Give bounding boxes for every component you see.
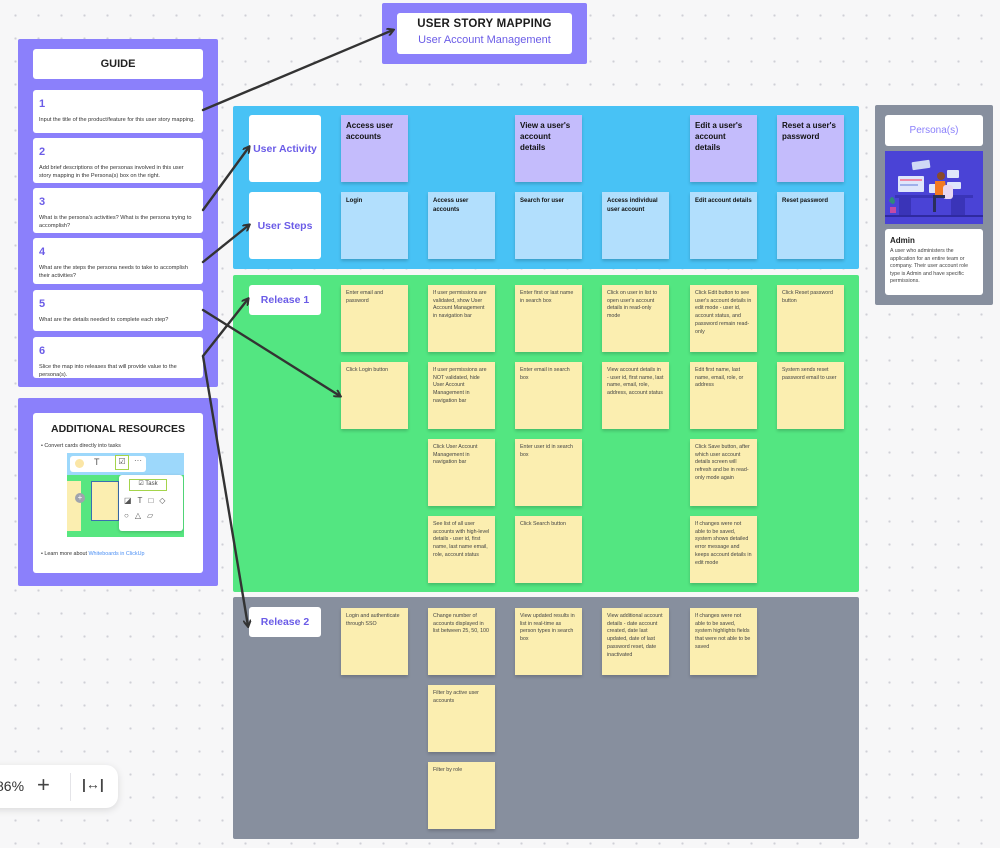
guide-step-text: Input the title of the product/feature f… xyxy=(39,117,195,123)
guide-step-number: 6 xyxy=(39,345,46,357)
detail-note[interactable]: Click Reset password button xyxy=(777,285,844,352)
row-label-release-1: Release 1 xyxy=(249,285,321,315)
persona-description: A user who administers the application f… xyxy=(890,248,969,285)
resources-bullet-text: Convert cards directly into tasks xyxy=(44,443,121,449)
guide-step-text: What is the persona's activities? What i… xyxy=(39,215,192,229)
detail-note[interactable]: If user permissions are NOT validated, h… xyxy=(428,362,495,429)
guide-step-text: What are the details needed to complete … xyxy=(39,317,169,323)
guide-step-text: Slice the map into releases that will pr… xyxy=(39,364,177,378)
persona-card-admin[interactable]: Admin A user who administers the applica… xyxy=(885,229,983,295)
resources-card[interactable]: ADDITIONAL RESOURCES • Convert cards dir… xyxy=(33,413,203,573)
guide-step-number: 2 xyxy=(39,146,46,158)
guide-step-number: 4 xyxy=(39,246,46,258)
detail-note[interactable]: See list of all user accounts with high-… xyxy=(428,516,495,583)
resources-bullet-learn: • Learn more about Whiteboards in ClickU… xyxy=(41,551,145,557)
shape-tools-icons: ◪T□◇ xyxy=(124,496,172,505)
whiteboards-link[interactable]: Whiteboards in ClickUp xyxy=(88,551,144,557)
activity-note[interactable]: Reset a user's password xyxy=(777,115,844,182)
detail-note[interactable]: System sends reset password email to use… xyxy=(777,362,844,429)
guide-heading: GUIDE xyxy=(33,49,203,79)
detail-note[interactable]: Click on user in list to open user's acc… xyxy=(602,285,669,352)
detail-note[interactable]: Filter by role xyxy=(428,762,495,829)
detail-note[interactable]: View account details in - user id, first… xyxy=(602,362,669,429)
detail-note[interactable]: Click Search button xyxy=(515,516,582,583)
detail-note[interactable]: Click Edit button to see user's account … xyxy=(690,285,757,352)
guide-step-1[interactable]: 1 Input the title of the product/feature… xyxy=(33,90,203,133)
step-note[interactable]: Search for user xyxy=(515,192,582,259)
persona-heading: Persona(s) xyxy=(885,115,983,146)
guide-step-text: What are the steps the persona needs to … xyxy=(39,265,188,279)
zoom-divider xyxy=(70,773,71,801)
checkbox-task-icon: ☑ xyxy=(115,455,129,470)
step-note[interactable]: Reset password xyxy=(777,192,844,259)
detail-note[interactable]: If changes were not able to be saved, sy… xyxy=(690,608,757,675)
title-card[interactable]: USER STORY MAPPING User Account Manageme… xyxy=(397,13,572,54)
zoom-level[interactable]: 86% xyxy=(0,778,24,794)
guide-step-2[interactable]: 2 Add brief descriptions of the personas… xyxy=(33,138,203,183)
detail-note[interactable]: Filter by active user accounts xyxy=(428,685,495,752)
row-label-release-2: Release 2 xyxy=(249,607,321,637)
detail-note[interactable]: Click User Account Management in navigat… xyxy=(428,439,495,506)
detail-note[interactable]: View updated results in list in real-tim… xyxy=(515,608,582,675)
detail-note[interactable]: Login and authenticate through SSO xyxy=(341,608,408,675)
fit-width-button[interactable]: |↔| xyxy=(82,776,104,792)
guide-step-3[interactable]: 3 What is the persona's activities? What… xyxy=(33,188,203,233)
guide-step-number: 1 xyxy=(39,98,46,110)
detail-note[interactable]: If user permissions are validated, show … xyxy=(428,285,495,352)
convert-to-task-screenshot: T ☑ ··· + ☑ Task ◪T□◇ ○△▱ xyxy=(67,453,184,537)
zoom-in-button[interactable]: + xyxy=(37,772,50,798)
guide-step-4[interactable]: 4 What are the steps the persona needs t… xyxy=(33,238,203,284)
guide-step-5[interactable]: 5 What are the details needed to complet… xyxy=(33,290,203,331)
step-note[interactable]: Edit account details xyxy=(690,192,757,259)
detail-note[interactable]: Enter user id in search box xyxy=(515,439,582,506)
detail-note[interactable]: Edit first name, last name, email, role,… xyxy=(690,362,757,429)
detail-note[interactable]: Enter email in search box xyxy=(515,362,582,429)
detail-note[interactable]: Click Save button, after which user acco… xyxy=(690,439,757,506)
step-note[interactable]: Access individual user account xyxy=(602,192,669,259)
row-label-user-activity: User Activity xyxy=(249,115,321,182)
activity-note[interactable]: Access user accounts xyxy=(341,115,408,182)
task-option: ☑ Task xyxy=(129,479,167,491)
activity-note[interactable]: View a user's account details xyxy=(515,115,582,182)
step-note[interactable]: Login xyxy=(341,192,408,259)
shape-tools-icons-2: ○△▱ xyxy=(124,511,160,520)
detail-note[interactable]: View additional account details - date a… xyxy=(602,608,669,675)
row-label-user-steps: User Steps xyxy=(249,192,321,259)
detail-note[interactable]: Enter first or last name in search box xyxy=(515,285,582,352)
board-subtitle: User Account Management xyxy=(418,34,551,46)
admin-at-desk-illustration xyxy=(885,151,983,224)
detail-note[interactable]: Enter email and password xyxy=(341,285,408,352)
detail-note[interactable]: Click Login button xyxy=(341,362,408,429)
text-tool-icon: T xyxy=(94,457,100,467)
guide-step-6[interactable]: 6 Slice the map into releases that will … xyxy=(33,337,203,378)
zoom-controls: 86% + |↔| xyxy=(0,765,118,808)
resources-bullet-tasks: • Convert cards directly into tasks xyxy=(41,443,121,449)
guide-step-text: Add brief descriptions of the personas i… xyxy=(39,165,184,179)
add-icon: + xyxy=(75,493,85,503)
arrow-step1-to-title xyxy=(201,30,393,112)
more-icon: ··· xyxy=(134,456,142,465)
step-note[interactable]: Access user accounts xyxy=(428,192,495,259)
board-title: USER STORY MAPPING xyxy=(417,18,552,30)
activity-note[interactable]: Edit a user's account details xyxy=(690,115,757,182)
detail-note[interactable]: If changes were not able to be saved, sy… xyxy=(690,516,757,583)
guide-step-number: 5 xyxy=(39,298,46,310)
persona-name: Admin xyxy=(890,236,915,245)
detail-note[interactable]: Change number of accounts displayed in l… xyxy=(428,608,495,675)
persona-illustration xyxy=(885,151,983,224)
resources-heading: ADDITIONAL RESOURCES xyxy=(51,423,185,435)
color-swatch-icon xyxy=(75,459,84,468)
guide-step-number: 3 xyxy=(39,196,46,208)
